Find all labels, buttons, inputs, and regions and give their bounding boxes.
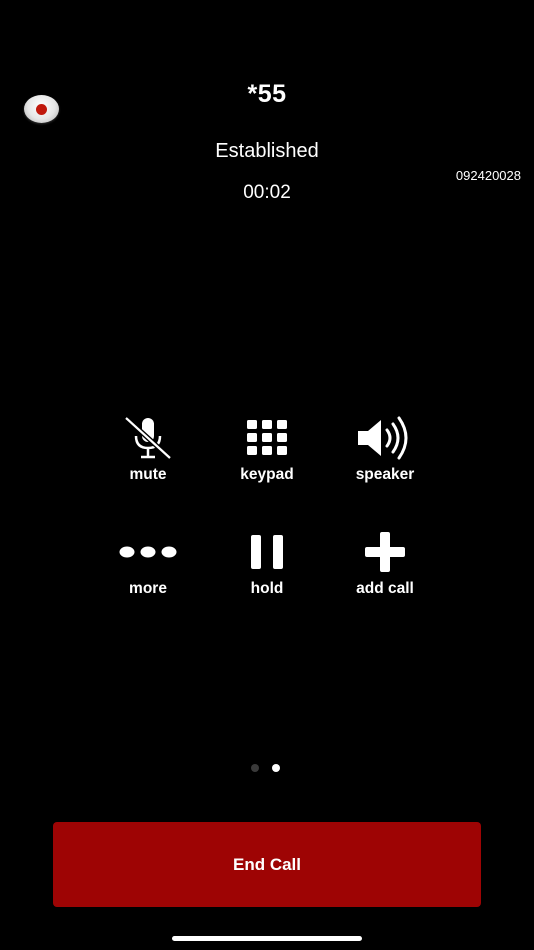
- keypad-icon: [235, 412, 299, 464]
- page-indicator: [251, 764, 280, 772]
- hold-label: hold: [250, 580, 284, 597]
- plus-icon: [353, 526, 417, 578]
- speaker-button[interactable]: speaker: [330, 412, 440, 502]
- mute-button[interactable]: mute: [93, 412, 203, 502]
- end-call-button[interactable]: End Call: [53, 822, 481, 907]
- pause-icon: [235, 526, 299, 578]
- more-dots-icon: [116, 526, 180, 578]
- hold-button[interactable]: hold: [212, 526, 322, 616]
- call-screen: *55 Established 092420028 00:02 mute key…: [0, 0, 534, 950]
- call-number: *55: [247, 80, 287, 108]
- mic-muted-icon: [116, 412, 180, 464]
- home-indicator[interactable]: [172, 936, 362, 941]
- mute-label: mute: [129, 466, 167, 483]
- call-status: Established: [215, 140, 319, 162]
- more-label: more: [129, 580, 167, 597]
- keypad-label: keypad: [240, 466, 294, 483]
- page-dot-1[interactable]: [251, 764, 259, 772]
- add-call-button[interactable]: add call: [330, 526, 440, 616]
- more-button[interactable]: more: [93, 526, 203, 616]
- call-timer: 00:02: [243, 182, 291, 203]
- speaker-label: speaker: [355, 466, 415, 483]
- add-call-label: add call: [356, 580, 414, 597]
- speaker-icon: [353, 412, 417, 464]
- account-number: 092420028: [455, 168, 521, 183]
- keypad-button[interactable]: keypad: [212, 412, 322, 502]
- page-dot-2[interactable]: [272, 764, 280, 772]
